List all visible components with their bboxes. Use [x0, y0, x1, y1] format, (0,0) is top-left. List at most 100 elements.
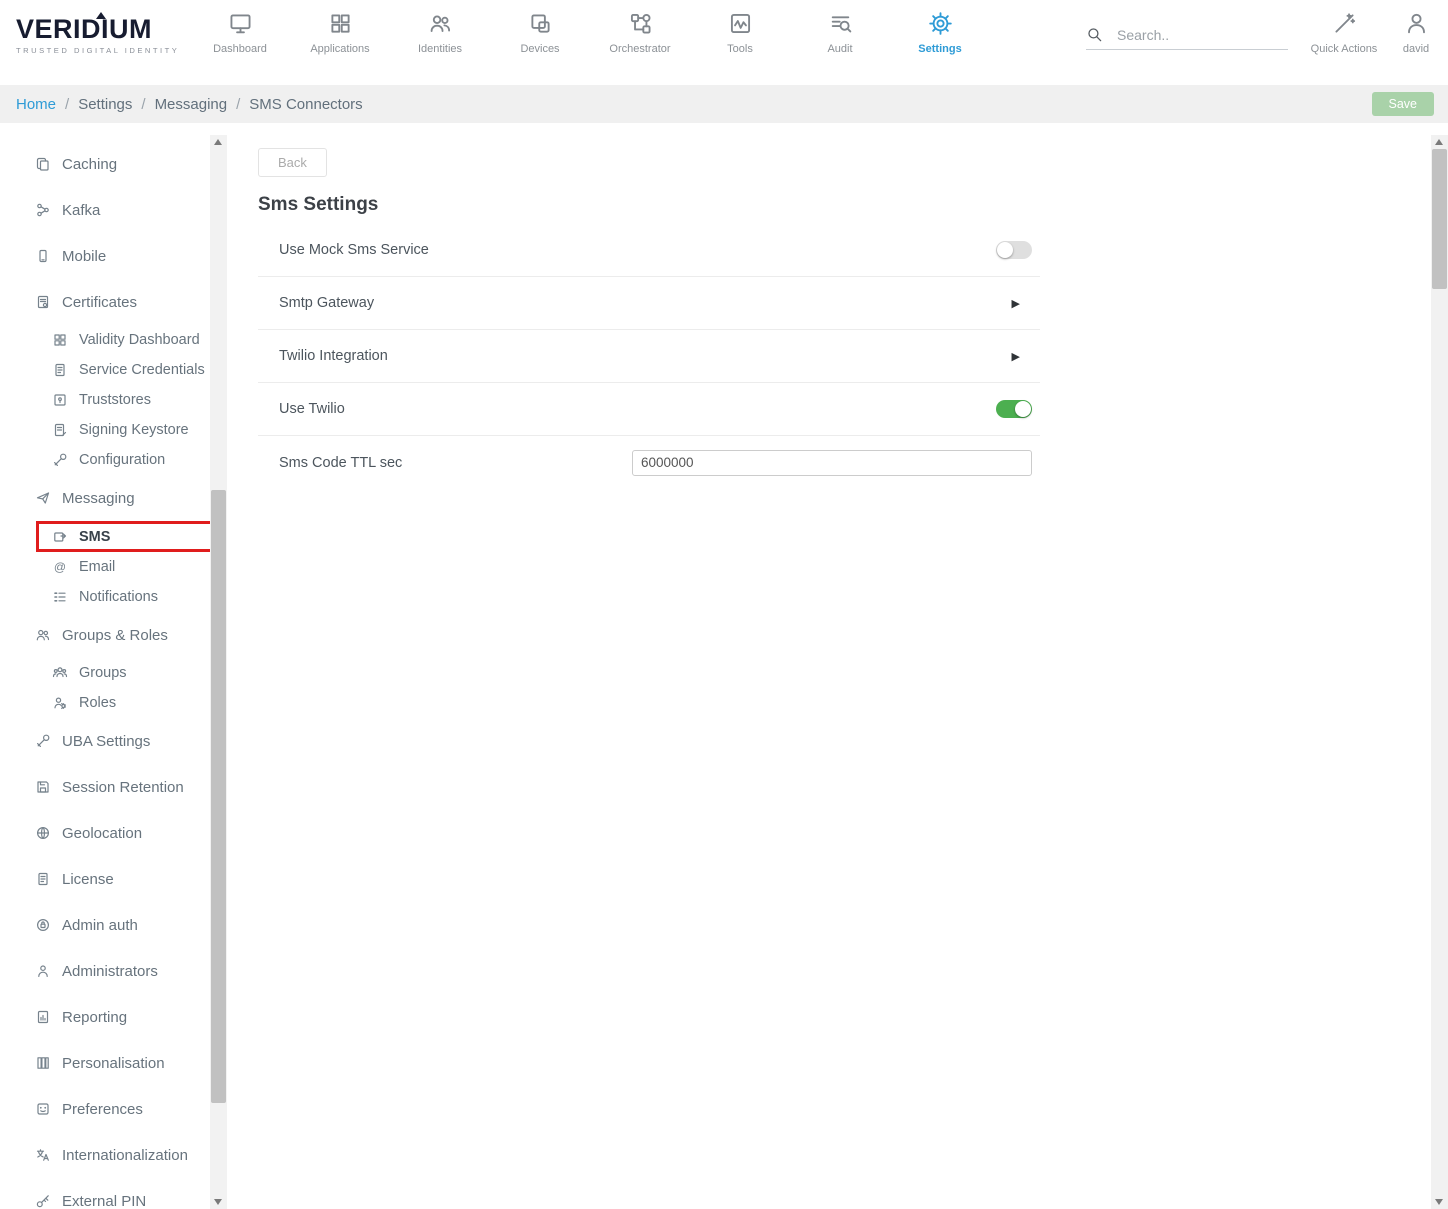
sidebar-item-kafka[interactable]: Kafka — [14, 187, 210, 233]
page: VERIDIUM TRUSTED DIGITAL IDENTITY Dashbo… — [0, 0, 1448, 1209]
preferences-icon — [35, 1101, 51, 1117]
save-button[interactable]: Save — [1372, 92, 1435, 116]
sidebar-scrollbar-thumb[interactable] — [211, 490, 226, 1103]
breadcrumb-item-settings[interactable]: Settings — [78, 96, 132, 113]
nav-item-applications[interactable]: Applications — [290, 11, 390, 55]
breadcrumb: Home/Settings/Messaging/SMS Connectors — [16, 96, 363, 113]
brand-logo[interactable]: VERIDIUM TRUSTED DIGITAL IDENTITY — [16, 16, 179, 55]
brand-name: VERIDIUM — [16, 16, 179, 43]
signing-keystore-icon — [52, 422, 68, 438]
scroll-down-arrow-icon[interactable] — [210, 1195, 227, 1209]
sidebar-item-admin-auth[interactable]: Admin auth — [14, 902, 210, 948]
nav-item-devices[interactable]: Devices — [490, 11, 590, 55]
sidebar-item-mobile[interactable]: Mobile — [14, 233, 210, 279]
external-pin-icon — [35, 1193, 51, 1209]
sidebar-item-email[interactable]: @Email — [14, 552, 210, 582]
sidebar-item-roles[interactable]: Roles — [14, 688, 210, 718]
scroll-up-arrow-icon[interactable] — [210, 135, 227, 149]
sidebar-item-certificates[interactable]: Certificates — [14, 279, 210, 325]
sidebar-item-groups-roles[interactable]: Groups & Roles — [14, 612, 210, 658]
sidebar-item-notifications[interactable]: Notifications — [14, 582, 210, 612]
toggle-knob — [997, 242, 1013, 258]
audit-icon — [828, 11, 853, 36]
sidebar-item-caching[interactable]: Caching — [14, 141, 210, 187]
setting-row-sms-code-ttl-sec: Sms Code TTL sec — [258, 436, 1040, 489]
sidebar-item-external-pin[interactable]: External PIN — [14, 1178, 210, 1209]
breadcrumb-item-messaging[interactable]: Messaging — [155, 96, 228, 113]
nav-item-dashboard[interactable]: Dashboard — [190, 11, 290, 55]
devices-icon — [528, 11, 553, 36]
back-button[interactable]: Back — [258, 148, 327, 177]
sidebar-item-label: Messaging — [62, 490, 135, 507]
tools-icon — [728, 11, 753, 36]
sidebar-item-label: Service Credentials — [79, 362, 205, 378]
sidebar-item-personalisation[interactable]: Personalisation — [14, 1040, 210, 1086]
breadcrumb-item-home[interactable]: Home — [16, 96, 56, 113]
roles-icon — [52, 695, 68, 711]
scroll-up-arrow-icon[interactable] — [1431, 135, 1448, 149]
email-icon: @ — [52, 559, 68, 575]
breadcrumb-separator: / — [236, 96, 240, 113]
nav-item-label: Tools — [727, 43, 753, 55]
sidebar-item-license[interactable]: License — [14, 856, 210, 902]
geolocation-icon — [35, 825, 51, 841]
nav-item-identities[interactable]: Identities — [390, 11, 490, 55]
toggle-knob — [1015, 401, 1031, 417]
scroll-down-arrow-icon[interactable] — [1431, 1195, 1448, 1209]
sidebar-item-truststores[interactable]: Truststores — [14, 385, 210, 415]
sidebar-item-administrators[interactable]: Administrators — [14, 948, 210, 994]
nav-item-orchestrator[interactable]: Orchestrator — [590, 11, 690, 55]
sidebar: CachingKafka Mobile Certificates Validity D… — [14, 135, 227, 1209]
sidebar-item-configuration[interactable]: Configuration — [14, 445, 210, 475]
reporting-icon — [35, 1009, 51, 1025]
nav-item-settings[interactable]: Settings — [890, 11, 990, 55]
page-scrollbar-thumb[interactable] — [1432, 149, 1447, 289]
setting-label: Smtp Gateway — [279, 295, 374, 311]
user-menu[interactable]: david — [1390, 11, 1442, 55]
sidebar-scrollbar[interactable] — [210, 135, 227, 1209]
search-input[interactable] — [1117, 27, 1277, 43]
sidebar-item-session-retention[interactable]: Session Retention — [14, 764, 210, 810]
sidebar-item-groups[interactable]: Groups — [14, 658, 210, 688]
mobile-icon — [35, 248, 51, 264]
setting-row-use-mock-sms-service: Use Mock Sms Service — [258, 224, 1040, 277]
sidebar-item-sms[interactable]: SMS — [36, 521, 210, 552]
sidebar-item-signing-keystore[interactable]: Signing Keystore — [14, 415, 210, 445]
quick-actions-button[interactable]: Quick Actions — [1308, 11, 1380, 55]
breadcrumb-separator: / — [141, 96, 145, 113]
content-wrap: CachingKafka Mobile Certificates Validity D… — [0, 123, 1448, 1209]
sidebar-item-label: Mobile — [62, 248, 106, 265]
setting-label: Twilio Integration — [279, 348, 388, 364]
use-twilio-toggle[interactable] — [996, 400, 1032, 418]
user-name-label: david — [1403, 43, 1429, 55]
sidebar-item-label: External PIN — [62, 1193, 146, 1209]
nav-item-tools[interactable]: Tools — [690, 11, 790, 55]
use-mock-sms-service-toggle[interactable] — [996, 241, 1032, 259]
sidebar-item-label: Signing Keystore — [79, 422, 189, 438]
page-scrollbar[interactable] — [1431, 135, 1448, 1209]
quick-actions-label: Quick Actions — [1311, 43, 1378, 55]
internationalization-icon — [35, 1147, 51, 1163]
expand-arrow-icon[interactable]: ▶ — [1012, 297, 1020, 310]
sms-code-ttl-sec-input[interactable] — [632, 450, 1032, 476]
sidebar-item-label: Certificates — [62, 294, 137, 311]
expand-arrow-icon[interactable]: ▶ — [1012, 350, 1020, 363]
logo-caret-icon — [96, 12, 106, 19]
search-box — [1086, 26, 1288, 50]
sidebar-item-uba-settings[interactable]: UBA Settings — [14, 718, 210, 764]
settings-icon — [928, 11, 953, 36]
sidebar-item-label: Administrators — [62, 963, 158, 980]
sidebar-item-geolocation[interactable]: Geolocation — [14, 810, 210, 856]
sidebar-item-internationalization[interactable]: Internationalization — [14, 1132, 210, 1178]
sidebar-item-preferences[interactable]: Preferences — [14, 1086, 210, 1132]
settings-rows: Use Mock Sms Service Smtp Gateway ▶ Twilio … — [258, 224, 1040, 489]
groups-roles-icon — [35, 627, 51, 643]
sidebar-item-messaging[interactable]: Messaging — [14, 475, 210, 521]
license-icon — [35, 871, 51, 887]
sidebar-item-validity-dashboard[interactable]: Validity Dashboard — [14, 325, 210, 355]
nav-item-audit[interactable]: Audit — [790, 11, 890, 55]
sidebar-item-reporting[interactable]: Reporting — [14, 994, 210, 1040]
kafka-icon — [35, 202, 51, 218]
sms-icon — [52, 529, 68, 545]
sidebar-item-service-credentials[interactable]: Service Credentials — [14, 355, 210, 385]
